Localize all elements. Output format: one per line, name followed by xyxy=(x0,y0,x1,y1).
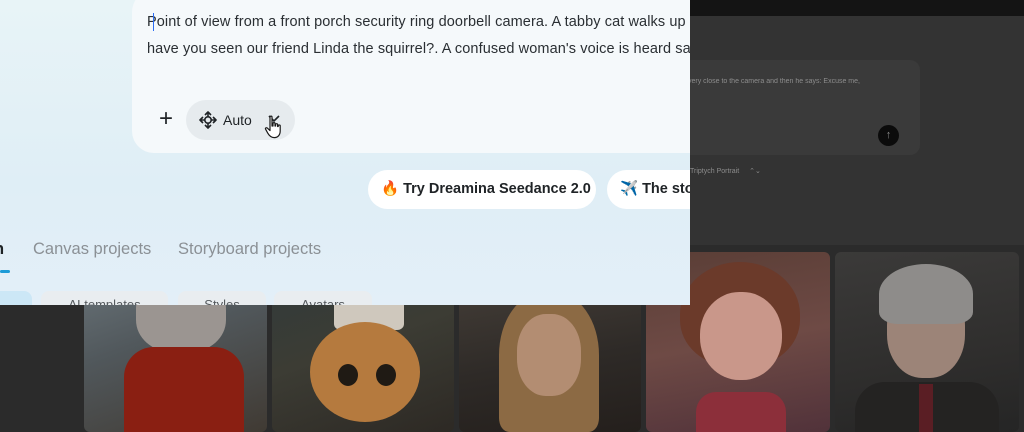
promo-label: The stor xyxy=(642,181,690,197)
move-arrows-icon xyxy=(199,111,217,129)
tie xyxy=(919,384,933,432)
filter-chip-avatars[interactable]: Avatars xyxy=(274,291,372,305)
filter-chip-styles[interactable]: Styles xyxy=(178,291,266,305)
hand-pointer-cursor-icon xyxy=(264,115,281,139)
cartoon-dress xyxy=(696,392,786,432)
airplane-icon: ✈️ xyxy=(620,181,639,197)
cat-eye-left xyxy=(338,364,358,386)
prompt-input-line-1[interactable]: Point of view from a front porch securit… xyxy=(147,14,686,30)
cat-body xyxy=(124,347,244,432)
background-prompt-text: very close to the camera and then he say… xyxy=(688,78,860,85)
tab-active-partial[interactable]: n xyxy=(0,240,4,259)
prompt-input-line-2[interactable]: have you seen our friend Linda the squir… xyxy=(147,41,690,57)
background-chip-label: Triptych Portrait xyxy=(690,168,740,175)
foreground-panel: Point of view from a front porch securit… xyxy=(0,0,690,305)
auto-mode-label: Auto xyxy=(223,112,252,128)
tab-canvas-projects[interactable]: Canvas projects xyxy=(33,240,151,259)
filter-chip-active[interactable]: g xyxy=(0,291,32,305)
background-top-bar xyxy=(690,0,1024,16)
old-man-hair xyxy=(879,264,973,324)
gallery-card-old-man[interactable] xyxy=(835,252,1019,432)
tab-storyboard-projects[interactable]: Storyboard projects xyxy=(178,240,321,259)
active-tab-indicator xyxy=(0,270,10,273)
background-style-chip: Triptych Portrait ⌃⌄ xyxy=(690,163,761,181)
ginger-cat-head xyxy=(310,322,420,422)
fire-icon: 🔥 xyxy=(381,181,400,197)
arrow-up-icon: ↑ xyxy=(885,129,892,141)
text-caret xyxy=(153,13,154,31)
promo-chip-story[interactable]: ✈️The stor xyxy=(607,170,690,209)
cartoon-face xyxy=(700,292,782,380)
chevron-updown-icon: ⌃⌄ xyxy=(749,168,761,175)
promo-chip-seedance[interactable]: 🔥 Try Dreamina Seedance 2.0 xyxy=(368,170,596,209)
background-send-button: ↑ xyxy=(878,125,899,146)
promo-label: Try Dreamina Seedance 2.0 xyxy=(403,181,591,197)
cat-eye-right xyxy=(376,364,396,386)
filter-chip-ai-templates[interactable]: AI templates xyxy=(41,291,168,305)
add-button[interactable]: + xyxy=(154,107,178,131)
woman-face xyxy=(517,314,581,396)
